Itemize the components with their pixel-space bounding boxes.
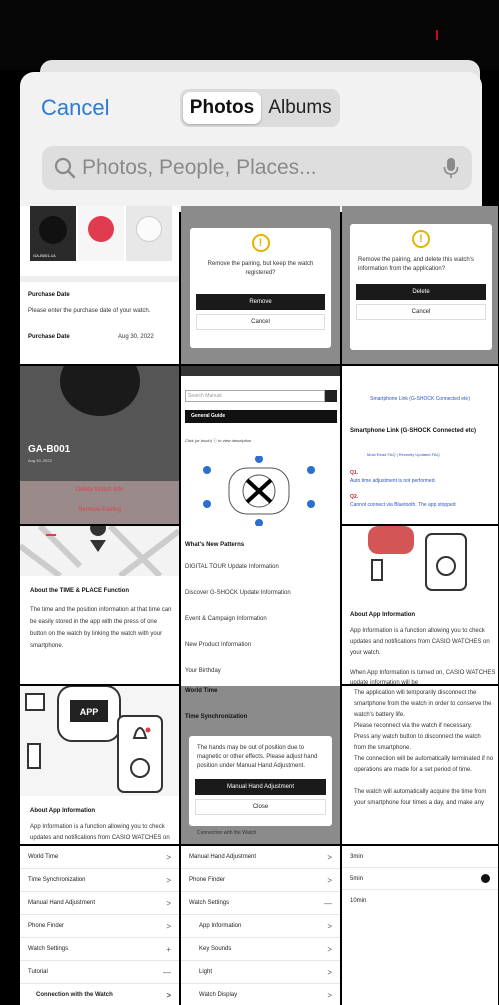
purchase-date-description: Please enter the purchase date of your w… (28, 308, 151, 314)
recording-indicator (436, 30, 438, 40)
photo-thumbnail-delete-watch[interactable]: ! Remove the pairing, and delete this wa… (342, 206, 498, 364)
action-sheet: Delete Watch Info Remove Pairing (20, 481, 179, 524)
delete-button: Delete (356, 284, 486, 300)
delete-watch-info-option: Delete Watch Info (75, 487, 124, 493)
purchase-date-title: Purchase Date (28, 292, 70, 298)
cancel-dialog-button: Cancel (356, 304, 486, 320)
menu-row: Phone Finder > (181, 869, 340, 892)
svg-text:APP: APP (80, 707, 99, 717)
purchase-date-label: Purchase Date (28, 334, 70, 340)
photo-thumbnail-menu-mid[interactable]: Manual Hand Adjustment > Phone Finder > Wa… (181, 846, 340, 1005)
watch-diagram (203, 456, 315, 526)
menu-row: App Information > (181, 915, 340, 938)
photo-thumbnail-time-place[interactable]: About the TIME & PLACE Function The time… (20, 526, 179, 684)
search-bar[interactable]: Photos, People, Places... (42, 146, 472, 190)
manual-search-input: Search Manual (185, 390, 325, 402)
warning-icon: ! (412, 230, 430, 248)
watch-card-red (78, 206, 124, 261)
manual-hand-adjustment-button: Manual Hand Adjustment (195, 779, 326, 795)
photo-thumbnail-app-info[interactable]: About App Information App Information is… (342, 526, 498, 684)
photo-thumbnail-hand-adjust[interactable]: World Time Time Synchronization The hand… (181, 686, 340, 844)
selected-check-icon (481, 874, 490, 883)
delete-watch-dialog: ! Remove the pairing, and delete this wa… (350, 224, 492, 350)
photo-thumbnail-watch-detail[interactable]: GA-B001 Aug 30, 2022 Delete Watch Info R… (20, 366, 179, 524)
warning-icon: ! (251, 234, 270, 252)
menu-row: Time Synchronization > (20, 869, 179, 892)
photo-thumbnail-watch-list[interactable]: GA-B001-1A Purchase Date Please enter th… (20, 206, 179, 364)
menu-row: Phone Finder > (20, 915, 179, 938)
hand-adjust-dialog: The hands may be out of position due to … (189, 736, 332, 826)
microphone-icon[interactable] (443, 157, 459, 179)
cancel-button[interactable]: Cancel (41, 95, 109, 121)
watch-app-illustration: APP (20, 686, 179, 796)
remove-button: Remove (196, 294, 325, 310)
watch-card-black: GA-B001-1A (30, 206, 76, 261)
cancel-dialog-button: Cancel (196, 314, 325, 330)
photo-thumbnail-manual[interactable]: Search Manual General Guide Click (or to… (181, 366, 340, 696)
app-info-illustration (342, 526, 498, 596)
remove-pairing-option: Remove Pairing (78, 507, 121, 513)
menu-row: World Time > (20, 846, 179, 869)
menu-row: 5min (342, 868, 498, 890)
photo-grid: GA-B001-1A Purchase Date Please enter th… (20, 206, 498, 1005)
photo-thumbnail-connection-info[interactable]: The application will temporarily disconn… (342, 686, 498, 844)
photo-thumbnail-menu-left[interactable]: World Time > Time Synchronization > Manual… (20, 846, 179, 1005)
menu-row: 3min (342, 846, 498, 868)
tab-albums[interactable]: Albums (263, 92, 337, 124)
menu-row: Light > (181, 961, 340, 984)
menu-row: Manual Hand Adjustment > (20, 892, 179, 915)
source-segmented-control: Photos Albums (180, 89, 340, 127)
tab-photos[interactable]: Photos (183, 92, 261, 124)
menu-row: Watch Settings — (181, 892, 340, 915)
photo-thumbnail-faq[interactable]: Smartphone Link (G-SHOCK Connected ete) … (342, 366, 498, 524)
watch-card-white (126, 206, 172, 261)
photo-thumbnail-interval-select[interactable]: 3min 5min 10min (342, 846, 498, 1005)
search-input[interactable]: Photos, People, Places... (82, 156, 317, 180)
menu-row: Watch Display > (181, 984, 340, 1005)
search-icon (54, 157, 76, 179)
photo-thumbnail-remove-pairing[interactable]: ! Remove the pairing, but keep the watch… (181, 206, 340, 364)
remove-pairing-dialog: ! Remove the pairing, but keep the watch… (190, 228, 331, 348)
manual-search-icon (325, 390, 337, 402)
photo-thumbnail-app-info-watch[interactable]: APP About App Information App Informatio… (20, 686, 179, 844)
menu-row: Key Sounds > (181, 938, 340, 961)
purchase-date-value: Aug 30, 2022 (118, 334, 154, 340)
watch-image (60, 366, 140, 416)
menu-row: Tutorial — (20, 961, 179, 984)
menu-row: Watch Settings + (20, 938, 179, 961)
menu-row: 10min (350, 898, 367, 904)
close-button: Close (195, 799, 326, 815)
menu-row: Connection with the Watch > (20, 984, 179, 1005)
general-guide-bar: General Guide (185, 410, 337, 423)
menu-row: Manual Hand Adjustment > (181, 846, 340, 869)
photo-picker-header: Cancel Photos Albums Photos, People, Pla… (20, 72, 482, 212)
map-illustration (20, 526, 179, 576)
watch-model-name: GA-B001 (28, 444, 71, 455)
